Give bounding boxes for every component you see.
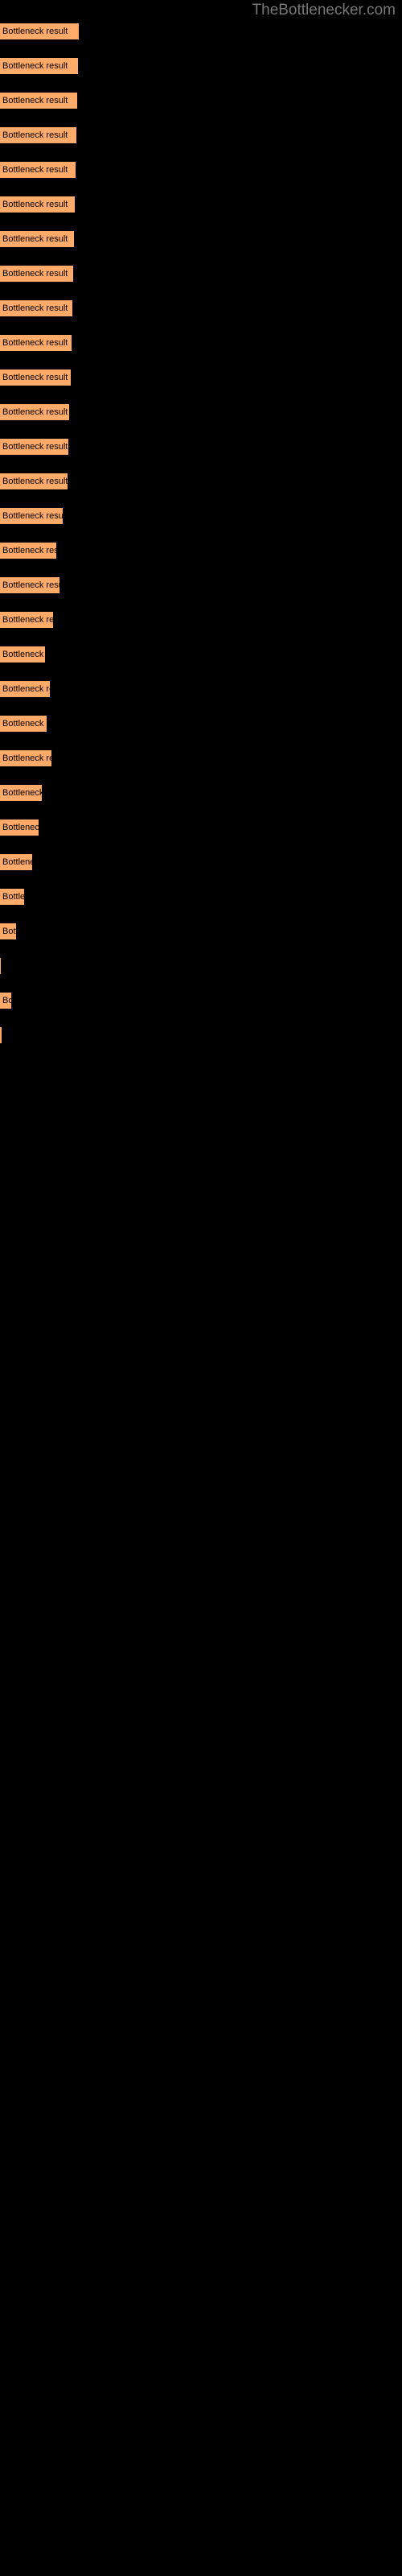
bar-row: Bottleneck result <box>0 888 402 906</box>
bar[interactable]: Bottleneck result <box>0 749 51 767</box>
bar[interactable]: Bottleneck result <box>0 473 68 490</box>
bar[interactable]: Bottleneck result <box>0 57 78 75</box>
bar[interactable]: Bottleneck result <box>0 992 11 1009</box>
bar-row: Bottleneck result <box>0 230 402 248</box>
bar-label: Bottleneck result <box>2 96 68 105</box>
bar-label: Bottleneck result <box>2 650 45 659</box>
bar[interactable]: Bottleneck result <box>0 265 73 283</box>
bar[interactable]: Bottleneck result <box>0 957 1 975</box>
bar[interactable]: Bottleneck result <box>0 542 56 559</box>
bar-label: Bottleneck result <box>2 373 68 382</box>
bar-label: Bottleneck result <box>2 338 68 348</box>
bar-row: Bottleneck result <box>0 92 402 109</box>
bar-row: Bottleneck result <box>0 265 402 283</box>
bar-row: Bottleneck result <box>0 957 402 975</box>
bottleneck-bar-chart: Bottleneck result Bottleneck result Bottle… <box>0 0 402 2576</box>
bar[interactable]: Bottleneck result <box>0 196 75 213</box>
bar-label: Bottleneck result <box>2 165 68 175</box>
bar-row: Bottleneck result <box>0 473 402 490</box>
bar[interactable]: Bottleneck result <box>0 403 69 421</box>
bar-label: Bottleneck result <box>2 927 16 936</box>
bar-label: Bottleneck result <box>2 615 53 625</box>
bar-label: Bottleneck result <box>2 684 50 694</box>
bar-row: Bottleneck result <box>0 507 402 525</box>
bar-label: Bottleneck result <box>2 130 68 140</box>
bar-row: Bottleneck result <box>0 715 402 733</box>
bar-row: Bottleneck result <box>0 57 402 75</box>
bar-label: Bottleneck result <box>2 753 51 763</box>
bar-label: Bottleneck result <box>2 442 68 452</box>
bar[interactable]: Bottleneck result <box>0 680 50 698</box>
bar[interactable]: Bottleneck result <box>0 819 39 836</box>
bar[interactable]: Bottleneck result <box>0 334 72 352</box>
bar[interactable]: Bottleneck result <box>0 784 42 802</box>
bar[interactable]: Bottleneck result <box>0 923 16 940</box>
bar-row: Bottleneck result <box>0 576 402 594</box>
bar-label: Bottleneck result <box>2 788 42 798</box>
bar-row: Bottleneck result <box>0 403 402 421</box>
bar-label: Bottleneck result <box>2 27 68 36</box>
bar[interactable]: Bottleneck result <box>0 507 63 525</box>
bar[interactable]: Bottleneck result <box>0 23 79 40</box>
bar-row: Bottleneck result <box>0 369 402 386</box>
bar-row: Bottleneck result <box>0 126 402 144</box>
bar-row: Bottleneck result <box>0 196 402 213</box>
bar[interactable]: Bottleneck result <box>0 126 76 144</box>
bar-label: Bottleneck result <box>2 996 11 1005</box>
bar-row: Bottleneck result <box>0 611 402 629</box>
bar-row: Bottleneck result <box>0 438 402 456</box>
bar-label: Bottleneck result <box>2 269 68 279</box>
bar[interactable]: Bottleneck result <box>0 438 68 456</box>
bar-row: Bottleneck result <box>0 992 402 1009</box>
bar[interactable]: Bottleneck result <box>0 92 77 109</box>
bar-row: Bottleneck result <box>0 23 402 40</box>
bar-label: Bottleneck result <box>2 823 39 832</box>
bar-row: Bottleneck result <box>0 542 402 559</box>
bar[interactable]: Bottleneck result <box>0 853 32 871</box>
bar[interactable]: Bottleneck result <box>0 646 45 663</box>
bar-label: Bottleneck result <box>2 546 56 555</box>
bar-row: Bottleneck result <box>0 784 402 802</box>
bar-label: Bottleneck result <box>2 892 24 902</box>
bar-row: Bottleneck result <box>0 646 402 663</box>
bar-row: Bottleneck result <box>0 334 402 352</box>
bar-label: Bottleneck result <box>2 200 68 209</box>
bar-row: Bottleneck result <box>0 923 402 940</box>
bar[interactable]: Bottleneck result <box>0 230 74 248</box>
bar-label: Bottleneck result <box>2 511 63 521</box>
bar-label: Bottleneck result <box>2 303 68 313</box>
bar-row: Bottleneck result <box>0 1026 402 1044</box>
bar-row: Bottleneck result <box>0 299 402 317</box>
bar[interactable]: Bottleneck result <box>0 715 47 733</box>
bar[interactable]: Bottleneck result <box>0 1026 2 1044</box>
bar-label: Bottleneck result <box>2 234 68 244</box>
bar-row: Bottleneck result <box>0 680 402 698</box>
bar-label: Bottleneck result <box>2 719 47 729</box>
bar[interactable]: Bottleneck result <box>0 299 72 317</box>
bar[interactable]: Bottleneck result <box>0 576 59 594</box>
bar-label: Bottleneck result <box>2 407 68 417</box>
bar[interactable]: Bottleneck result <box>0 611 53 629</box>
bar[interactable]: Bottleneck result <box>0 369 71 386</box>
bar-label: Bottleneck result <box>2 580 59 590</box>
bar[interactable]: Bottleneck result <box>0 888 24 906</box>
bar[interactable]: Bottleneck result <box>0 161 76 179</box>
bar-label: Bottleneck result <box>2 477 68 486</box>
bar-row: Bottleneck result <box>0 853 402 871</box>
bar-row: Bottleneck result <box>0 161 402 179</box>
bar-label: Bottleneck result <box>2 61 68 71</box>
bar-row: Bottleneck result <box>0 819 402 836</box>
bar-row: Bottleneck result <box>0 749 402 767</box>
bar-label: Bottleneck result <box>2 857 32 867</box>
